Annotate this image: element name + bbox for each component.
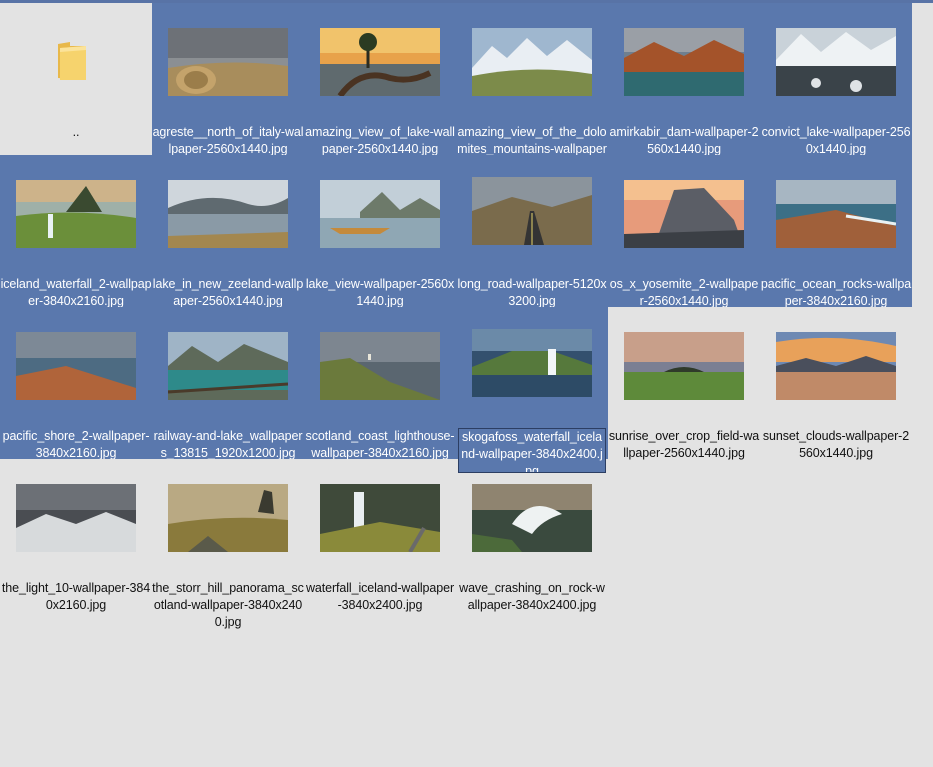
image-thumbnail <box>168 180 288 248</box>
file-name-label: scotland_coast_lighthouse-wallpaper-3840… <box>305 429 455 459</box>
file-name-label: railway-and-lake_wallpapers_13815_1920x1… <box>153 429 303 459</box>
parent-folder-label: .. <box>72 125 80 139</box>
image-thumbnail <box>624 28 744 96</box>
file-item[interactable]: wave_crashing_on_rock-wallpaper-3840x240… <box>456 459 608 612</box>
file-item[interactable]: iceland_waterfall_2-wallpaper-3840x2160.… <box>0 155 152 307</box>
file-item[interactable]: amirkabir_dam-wallpaper-2560x1440.jpg <box>608 3 760 155</box>
image-thumbnail <box>168 332 288 400</box>
image-thumbnail <box>320 180 440 248</box>
image-thumbnail <box>168 484 288 552</box>
file-name-label: convict_lake-wallpaper-2560x1440.jpg <box>761 125 911 155</box>
file-name-label: sunset_clouds-wallpaper-2560x1440.jpg <box>762 429 910 460</box>
image-thumbnail <box>776 332 896 400</box>
file-name-label: waterfall_iceland-wallpaper-3840x2400.jp… <box>305 581 455 612</box>
file-name-label: wave_crashing_on_rock-wallpaper-3840x240… <box>459 581 605 612</box>
file-name-label: agreste__north_of_italy-wallpaper-2560x1… <box>152 125 304 155</box>
file-item[interactable]: skogafoss_waterfall_iceland-wallpaper-38… <box>456 307 608 473</box>
image-thumbnail <box>472 329 592 397</box>
image-thumbnail <box>16 332 136 400</box>
file-item[interactable]: pacific_ocean_rocks-wallpaper-3840x2160.… <box>760 155 912 307</box>
file-item[interactable]: agreste__north_of_italy-wallpaper-2560x1… <box>152 3 304 155</box>
file-name-label: os_x_yosemite_2-wallpaper-2560x1440.jpg <box>609 277 759 307</box>
image-thumbnail <box>320 484 440 552</box>
file-name-label: amazing_view_of_lake-wallpaper-2560x1440… <box>305 125 455 155</box>
parent-folder-item[interactable]: .. <box>0 3 152 155</box>
file-item[interactable]: amazing_view_of_the_dolomites_mountains-… <box>456 3 608 155</box>
file-name-label: long_road-wallpaper-5120x3200.jpg <box>457 277 607 307</box>
image-thumbnail <box>472 28 592 96</box>
vertical-scrollbar[interactable] <box>929 300 933 680</box>
file-name-label: the_storr_hill_panorama_scotland-wallpap… <box>152 581 304 629</box>
image-thumbnail <box>472 484 592 552</box>
file-name-label: sunrise_over_crop_field-wallpaper-2560x1… <box>608 429 760 460</box>
file-item[interactable]: waterfall_iceland-wallpaper-3840x2400.jp… <box>304 459 456 612</box>
file-name-label: skogafoss_waterfall_iceland-wallpaper-38… <box>458 428 606 473</box>
file-item[interactable]: lake_view-wallpaper-2560x1440.jpg <box>304 155 456 307</box>
image-thumbnail <box>16 180 136 248</box>
file-name-label: lake_in_new_zeeland-wallpaper-2560x1440.… <box>152 277 304 307</box>
image-thumbnail <box>168 28 288 96</box>
image-thumbnail <box>16 484 136 552</box>
file-name-label: the_light_10-wallpaper-3840x2160.jpg <box>1 581 151 612</box>
image-thumbnail <box>320 332 440 400</box>
file-item[interactable]: sunrise_over_crop_field-wallpaper-2560x1… <box>608 307 760 460</box>
file-item[interactable]: amazing_view_of_lake-wallpaper-2560x1440… <box>304 3 456 155</box>
file-item[interactable]: the_light_10-wallpaper-3840x2160.jpg <box>0 459 152 612</box>
file-name-label: pacific_shore_2-wallpaper-3840x2160.jpg <box>2 429 150 459</box>
file-name-label: iceland_waterfall_2-wallpaper-3840x2160.… <box>0 277 152 307</box>
file-name-label: pacific_ocean_rocks-wallpaper-3840x2160.… <box>760 277 912 307</box>
file-item[interactable]: sunset_clouds-wallpaper-2560x1440.jpg <box>760 307 912 460</box>
file-item[interactable]: convict_lake-wallpaper-2560x1440.jpg <box>760 3 912 155</box>
file-name-label: amirkabir_dam-wallpaper-2560x1440.jpg <box>609 125 759 155</box>
file-item[interactable]: pacific_shore_2-wallpaper-3840x2160.jpg <box>0 307 152 459</box>
image-thumbnail <box>776 180 896 248</box>
file-name-label: lake_view-wallpaper-2560x1440.jpg <box>305 277 455 307</box>
folder-icon <box>58 42 86 80</box>
image-thumbnail <box>320 28 440 96</box>
image-thumbnail <box>472 177 592 245</box>
file-item[interactable]: scotland_coast_lighthouse-wallpaper-3840… <box>304 307 456 459</box>
file-item[interactable]: railway-and-lake_wallpapers_13815_1920x1… <box>152 307 304 459</box>
image-thumbnail <box>776 28 896 96</box>
file-item[interactable]: long_road-wallpaper-5120x3200.jpg <box>456 155 608 307</box>
image-thumbnail <box>624 180 744 248</box>
file-item[interactable]: os_x_yosemite_2-wallpaper-2560x1440.jpg <box>608 155 760 307</box>
file-item[interactable]: the_storr_hill_panorama_scotland-wallpap… <box>152 459 304 629</box>
file-item[interactable]: lake_in_new_zeeland-wallpaper-2560x1440.… <box>152 155 304 307</box>
file-name-label: amazing_view_of_the_dolomites_mountains-… <box>457 125 607 155</box>
image-thumbnail <box>624 332 744 400</box>
file-grid[interactable]: .. agreste__north_of_italy-wallpaper-256… <box>0 3 933 767</box>
